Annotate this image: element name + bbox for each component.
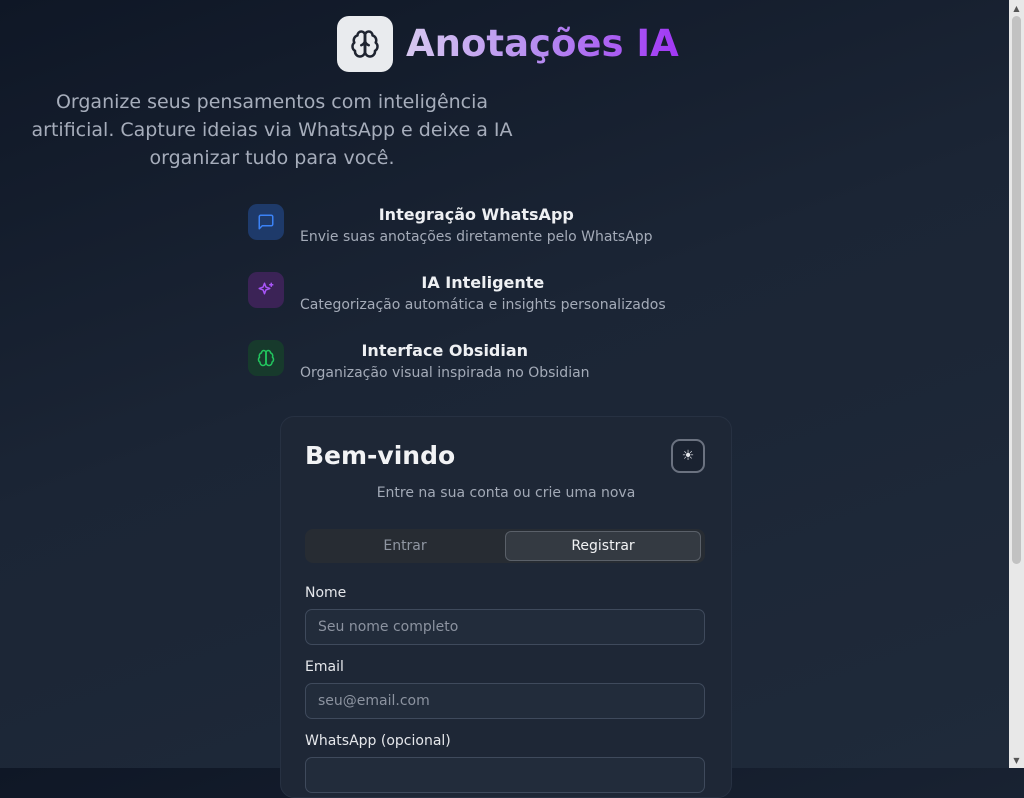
- message-square-icon: [248, 204, 284, 240]
- scroll-down-icon[interactable]: ▼: [1009, 753, 1024, 767]
- whatsapp-label: WhatsApp (opcional): [305, 733, 451, 749]
- feature-title: Interface Obsidian: [361, 341, 529, 360]
- feature-description: Envie suas anotações diretamente pelo Wh…: [300, 229, 653, 245]
- tab-register[interactable]: Registrar: [505, 531, 701, 561]
- scroll-up-icon[interactable]: ▲: [1009, 1, 1024, 15]
- feature-description: Categorização automática e insights pers…: [300, 297, 666, 313]
- auth-card: Bem-vindo ☀ Entre na sua conta ou crie u…: [280, 416, 732, 798]
- email-label: Email: [305, 659, 344, 675]
- card-title: Bem-vindo: [305, 441, 456, 470]
- feature-whatsapp: Integração WhatsApp Envie suas anotações…: [248, 204, 708, 252]
- theme-toggle-button[interactable]: ☀: [671, 439, 705, 473]
- feature-ai: IA Inteligente Categorização automática …: [248, 272, 708, 320]
- feature-title: Integração WhatsApp: [378, 205, 574, 224]
- feature-description: Organização visual inspirada no Obsidian: [300, 365, 590, 381]
- sun-icon: ☀: [681, 448, 695, 464]
- page-scrollbar[interactable]: ▲ ▼: [1009, 0, 1024, 768]
- feature-title: IA Inteligente: [421, 273, 545, 292]
- brand-header: Anotações IA: [337, 16, 679, 72]
- card-subtitle: Entre na sua conta ou crie uma nova: [376, 485, 636, 501]
- brain-icon: [248, 340, 284, 376]
- auth-tabs: Entrar Registrar: [305, 529, 705, 563]
- brain-icon: [337, 16, 393, 72]
- app-title: Anotações IA: [406, 16, 679, 72]
- sparkles-icon: [248, 272, 284, 308]
- whatsapp-field[interactable]: [305, 757, 705, 793]
- scrollbar-thumb[interactable]: [1012, 16, 1021, 564]
- name-field[interactable]: [305, 609, 705, 645]
- name-label: Nome: [305, 585, 347, 601]
- tagline: Organize seus pensamentos com inteligênc…: [31, 91, 513, 169]
- tab-login[interactable]: Entrar: [307, 531, 503, 561]
- feature-obsidian: Interface Obsidian Organização visual in…: [248, 340, 708, 388]
- email-field[interactable]: [305, 683, 705, 719]
